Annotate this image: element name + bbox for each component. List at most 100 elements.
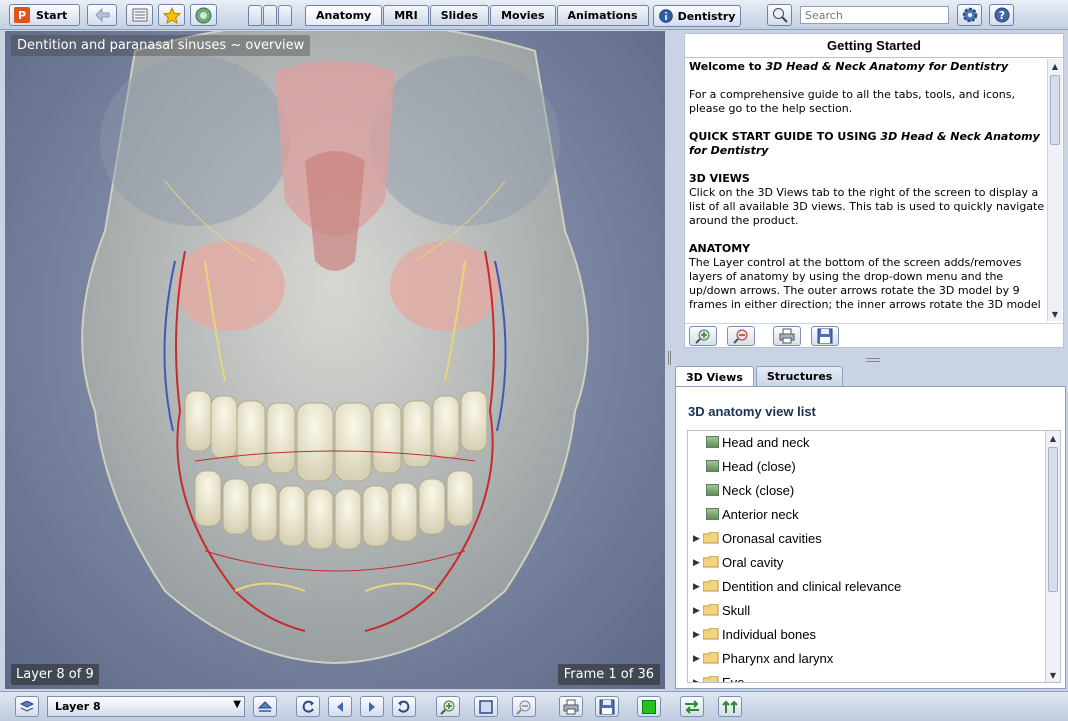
list-item[interactable]: Neck (close) xyxy=(688,478,794,502)
list-item[interactable]: ▶ Oral cavity xyxy=(688,550,783,574)
expand-arrow-icon[interactable]: ▶ xyxy=(693,653,702,664)
layer-select-value: Layer 8 xyxy=(55,700,101,713)
expand-arrow-icon[interactable]: ▶ xyxy=(693,677,702,683)
zoom-out-text-button[interactable] xyxy=(727,326,755,346)
tab-anatomy[interactable]: Anatomy xyxy=(305,5,383,26)
list-item[interactable]: ▶ Individual bones xyxy=(688,622,816,646)
tab-movies[interactable]: Movies xyxy=(490,5,556,26)
expand-arrow-icon[interactable]: ▶ xyxy=(693,629,702,640)
rotate-right-1-button[interactable] xyxy=(360,696,384,717)
rotate-right-icon xyxy=(398,700,410,713)
anatomy-section: ANATOMY The Layer control at the bottom o… xyxy=(689,242,1045,312)
main-tabs: Anatomy MRI Slides Movies Animations xyxy=(305,5,650,27)
layer-status: Layer 8 of 9 xyxy=(11,664,99,685)
floppy-disk-icon xyxy=(599,699,615,714)
search-button[interactable] xyxy=(767,4,792,26)
list-item-label: Oronasal cavities xyxy=(722,530,822,546)
zoom-in-icon xyxy=(440,700,455,715)
swap-panels-button[interactable] xyxy=(680,696,704,717)
list-item-label: Eye xyxy=(722,674,745,683)
list-item[interactable]: Head (close) xyxy=(688,454,796,478)
tab-animations[interactable]: Animations xyxy=(556,5,649,26)
list-item[interactable]: ▶ Oronasal cavities xyxy=(688,526,822,550)
vertical-splitter[interactable] xyxy=(665,31,675,689)
list-item[interactable]: ▶ Skull xyxy=(688,598,750,622)
scroll-down-icon[interactable]: ▼ xyxy=(1046,668,1060,682)
list-item[interactable]: ▶ Eye xyxy=(688,670,745,683)
zoom-in-icon xyxy=(695,329,710,344)
horizontal-splitter-grip-icon[interactable] xyxy=(866,358,880,362)
expand-arrow-icon[interactable]: ▶ xyxy=(693,533,702,544)
skull-model-illustration xyxy=(81,31,589,665)
list-item[interactable]: Anterior neck xyxy=(688,502,799,526)
anatomy-3d-viewer[interactable]: Dentition and paranasal sinuses ~ overvi… xyxy=(5,31,665,689)
blank-tab-1[interactable] xyxy=(248,5,262,26)
print-view-button[interactable] xyxy=(559,696,583,717)
save-button[interactable] xyxy=(811,326,839,346)
fit-view-button[interactable] xyxy=(474,696,498,717)
start-button[interactable]: P Start xyxy=(9,4,80,26)
expand-arrow-icon[interactable]: ▶ xyxy=(693,581,702,592)
list-item[interactable]: ▶ Dentition and clinical relevance xyxy=(688,574,901,598)
tab-structures[interactable]: Structures xyxy=(755,366,844,386)
floppy-disk-icon xyxy=(817,328,833,344)
scroll-up-icon[interactable]: ▲ xyxy=(1048,59,1062,73)
background-color-button[interactable] xyxy=(637,696,661,717)
zoom-in-button[interactable] xyxy=(436,696,460,717)
notes-button[interactable] xyxy=(126,4,153,26)
globe-button[interactable] xyxy=(190,4,217,26)
zoom-out-button[interactable] xyxy=(512,696,536,717)
help-icon: ? xyxy=(994,7,1009,23)
favorites-button[interactable] xyxy=(158,4,185,26)
scroll-thumb[interactable] xyxy=(1050,75,1060,145)
help-button[interactable]: ? xyxy=(989,4,1014,26)
eject-up-icon xyxy=(258,700,272,712)
arrow-left-icon xyxy=(337,701,343,712)
rotate-left-9-button[interactable] xyxy=(296,696,320,717)
splitter-grip-icon xyxy=(668,351,671,365)
layer-select[interactable]: Layer 8 ▼ xyxy=(47,696,245,717)
folder-icon xyxy=(703,628,719,640)
tab-mri[interactable]: MRI xyxy=(383,5,429,26)
quick-start-prefix: QUICK START GUIDE TO USING xyxy=(689,130,881,143)
folder-icon xyxy=(703,580,719,592)
intro-text: For a comprehensive guide to all the tab… xyxy=(689,88,1015,115)
scroll-thumb[interactable] xyxy=(1048,447,1058,592)
folder-icon xyxy=(703,532,719,544)
tab-slides[interactable]: Slides xyxy=(429,5,490,26)
settings-button[interactable] xyxy=(957,4,982,26)
search-input[interactable] xyxy=(800,6,949,24)
magnifier-icon xyxy=(772,8,788,23)
expand-arrow-icon[interactable]: ▶ xyxy=(693,557,702,568)
print-button[interactable] xyxy=(773,326,801,346)
dentistry-button[interactable]: Dentistry xyxy=(653,5,741,27)
quick-start-heading: QUICK START GUIDE TO USING 3D Head & Nec… xyxy=(689,130,1045,158)
expand-arrow-icon[interactable]: ▶ xyxy=(693,605,702,616)
scroll-down-icon[interactable]: ▼ xyxy=(1048,307,1062,321)
getting-started-scrollbar[interactable]: ▲ ▼ xyxy=(1047,59,1062,321)
layout-toggle-button[interactable] xyxy=(718,696,742,717)
zoom-in-text-button[interactable] xyxy=(689,326,717,346)
rotate-right-9-button[interactable] xyxy=(392,696,416,717)
layer-menu-button[interactable] xyxy=(15,696,39,717)
back-button[interactable] xyxy=(87,4,117,26)
blank-tab-3[interactable] xyxy=(278,5,292,26)
layer-up-button[interactable] xyxy=(253,696,277,717)
anatomy-section-text: The Layer control at the bottom of the s… xyxy=(689,256,1041,311)
list-item[interactable]: ▶ Pharynx and larynx xyxy=(688,646,833,670)
list-item-label: Individual bones xyxy=(722,626,816,642)
save-view-button[interactable] xyxy=(595,696,619,717)
view-list-scrollbar[interactable]: ▲ ▼ xyxy=(1045,431,1060,682)
tab-3d-views[interactable]: 3D Views xyxy=(675,366,754,387)
top-toolbar: P Start Anatomy MRI Slides Movies Animat… xyxy=(0,0,1068,30)
folder-icon xyxy=(703,676,719,682)
arrow-right-icon xyxy=(369,701,375,712)
blank-tab-2[interactable] xyxy=(263,5,277,26)
scroll-up-icon[interactable]: ▲ xyxy=(1046,431,1060,445)
list-item-label: Skull xyxy=(722,602,751,618)
list-item[interactable]: Head and neck xyxy=(688,431,809,454)
globe-icon xyxy=(195,7,212,23)
views-section: 3D VIEWS Click on the 3D Views tab to the… xyxy=(689,172,1045,228)
product-name: 3D Head & Neck Anatomy for Dentistry xyxy=(765,60,1009,73)
rotate-left-1-button[interactable] xyxy=(328,696,352,717)
